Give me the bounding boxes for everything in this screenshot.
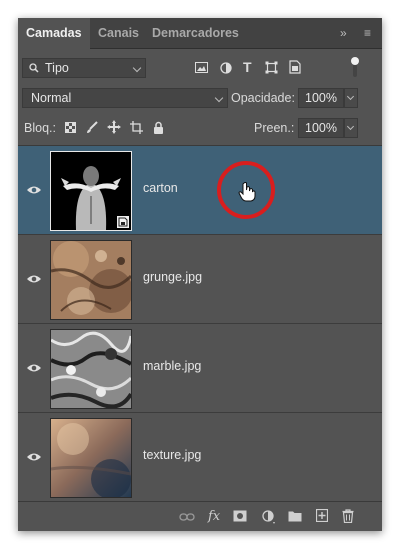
eye-icon[interactable] — [26, 361, 42, 375]
panel-tab-bar: Camadas Canais Demarcadores » ≡ — [18, 18, 382, 49]
photo-thumbnail — [51, 152, 131, 230]
layers-list: carton grunge.jpg marble.jpg texture.jpg — [18, 145, 382, 502]
blend-row: Normal Opacidade: 100% — [18, 83, 382, 113]
type-filter-icon[interactable]: T — [243, 59, 252, 75]
tab-demarcadores[interactable]: Demarcadores — [144, 18, 254, 48]
lock-transparency-icon[interactable] — [65, 122, 76, 133]
shape-filter-icon[interactable] — [265, 61, 278, 74]
layer-name[interactable]: carton — [143, 181, 178, 195]
layer-row-grunge[interactable]: grunge.jpg — [18, 235, 382, 324]
collapse-icon[interactable]: » — [340, 18, 347, 48]
layers-panel: Camadas Canais Demarcadores » ≡ Tipo T N… — [18, 18, 382, 531]
lock-label: Bloq.: — [24, 121, 56, 135]
layers-footer: fx — [18, 501, 382, 531]
fx-icon[interactable]: fx — [208, 509, 220, 524]
search-icon — [29, 63, 39, 73]
delete-layer-icon[interactable] — [342, 509, 354, 523]
filter-kind-value: Tipo — [45, 61, 69, 75]
lock-position-icon[interactable] — [107, 120, 121, 134]
lock-row: Bloq.: Preen.: 100% — [18, 113, 382, 143]
blend-mode-value: Normal — [31, 91, 72, 105]
tab-canais[interactable]: Canais — [90, 18, 144, 48]
adjustment-layer-icon[interactable] — [262, 510, 276, 524]
fill-dropdown-icon[interactable] — [344, 118, 358, 138]
eye-icon[interactable] — [26, 272, 42, 286]
fill-input[interactable]: 100% — [298, 118, 344, 138]
layer-row-carton[interactable]: carton — [18, 146, 382, 235]
hand-cursor-icon — [238, 182, 256, 202]
layer-thumbnail — [50, 151, 132, 231]
tab-camadas[interactable]: Camadas — [18, 18, 90, 49]
new-layer-icon[interactable] — [316, 509, 328, 522]
opacity-label: Opacidade: — [231, 91, 295, 105]
layer-name[interactable]: texture.jpg — [143, 448, 201, 462]
filter-kind-select[interactable]: Tipo — [22, 58, 146, 78]
layer-thumbnail — [50, 418, 132, 498]
marble-texture-thumbnail — [51, 330, 131, 408]
eye-icon[interactable] — [26, 183, 42, 197]
grunge-texture-thumbnail — [51, 241, 131, 319]
chevron-down-icon — [132, 63, 142, 73]
blend-mode-select[interactable]: Normal — [22, 88, 228, 108]
eye-icon[interactable] — [26, 450, 42, 464]
lock-artboard-icon[interactable] — [130, 121, 143, 134]
add-mask-icon[interactable] — [233, 510, 247, 522]
layer-name[interactable]: grunge.jpg — [143, 270, 202, 284]
opacity-input[interactable]: 100% — [298, 88, 344, 108]
chevron-down-icon — [214, 93, 224, 103]
lock-pixels-icon[interactable] — [86, 121, 98, 134]
texture-thumbnail — [51, 419, 131, 497]
link-layers-icon[interactable] — [179, 512, 195, 522]
panel-menu-icon[interactable]: ≡ — [364, 18, 371, 48]
layer-row-texture[interactable]: texture.jpg — [18, 413, 382, 502]
layer-name[interactable]: marble.jpg — [143, 359, 201, 373]
adjustment-filter-icon[interactable] — [220, 62, 232, 74]
image-filter-icon[interactable] — [195, 62, 208, 73]
opacity-dropdown-icon[interactable] — [344, 88, 358, 108]
new-group-icon[interactable] — [288, 510, 302, 522]
smart-object-filter-icon[interactable] — [289, 60, 301, 74]
filter-row: Tipo T — [18, 53, 382, 83]
filter-toggle-icon[interactable] — [350, 55, 360, 79]
layer-row-marble[interactable]: marble.jpg — [18, 324, 382, 413]
lock-all-icon[interactable] — [153, 121, 164, 134]
layer-thumbnail — [50, 240, 132, 320]
layer-thumbnail — [50, 329, 132, 409]
fill-label: Preen.: — [254, 121, 295, 135]
